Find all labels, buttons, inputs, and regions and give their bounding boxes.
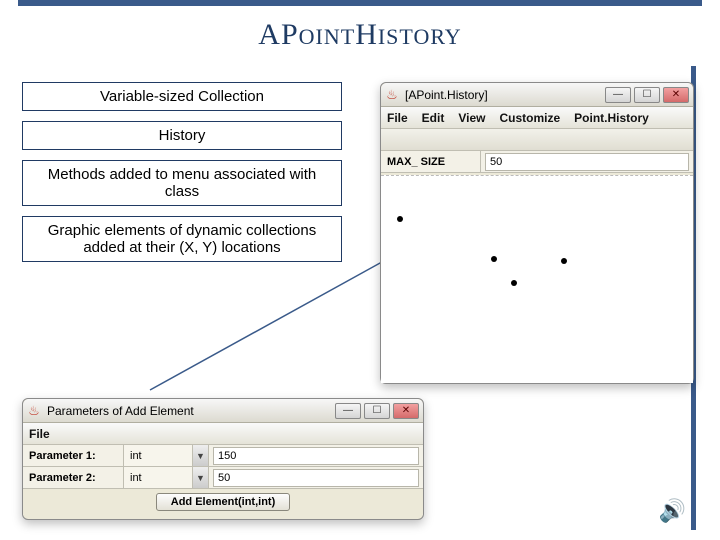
param2-label: Parameter 2: <box>23 472 123 484</box>
callout-list: Variable-sized Collection History Method… <box>22 82 342 272</box>
param1-row: Parameter 1: int ▼ 150 <box>23 445 423 467</box>
menu-file[interactable]: File <box>29 427 50 441</box>
slide-title: APOINTHISTORY <box>0 18 720 52</box>
speaker-icon[interactable]: 🔊 <box>659 498 686 524</box>
param1-input[interactable]: 150 <box>213 447 419 465</box>
callout-history: History <box>22 121 342 150</box>
param1-type: int <box>123 445 193 466</box>
point-dot <box>511 280 517 286</box>
point-dot <box>491 256 497 262</box>
params-menubar: File <box>23 423 423 445</box>
params-window-title: Parameters of Add Element <box>47 404 335 418</box>
main-toolbar <box>381 129 693 151</box>
menu-edit[interactable]: Edit <box>422 111 445 125</box>
callout-variable-sized: Variable-sized Collection <box>22 82 342 111</box>
menu-pointhistory[interactable]: Point.History <box>574 111 649 125</box>
main-menubar: File Edit View Customize Point.History <box>381 107 693 129</box>
add-element-button[interactable]: Add Element(int,int) <box>156 493 291 511</box>
point-dot <box>561 258 567 264</box>
params-titlebar[interactable]: ♨ Parameters of Add Element — ☐ ✕ <box>23 399 423 423</box>
slide-top-border <box>18 0 702 6</box>
param2-input[interactable]: 50 <box>213 469 419 487</box>
param2-type-dropdown[interactable]: ▼ <box>193 467 209 488</box>
point-dot <box>397 216 403 222</box>
menu-view[interactable]: View <box>458 111 485 125</box>
main-window: ♨ [APoint.History] — ☐ ✕ File Edit View … <box>380 82 694 384</box>
maximize-button[interactable]: ☐ <box>364 403 390 419</box>
close-button[interactable]: ✕ <box>663 87 689 103</box>
java-icon: ♨ <box>385 88 399 102</box>
params-window: ♨ Parameters of Add Element — ☐ ✕ File P… <box>22 398 424 520</box>
maxsize-label: MAX_ SIZE <box>381 151 481 172</box>
param1-label: Parameter 1: <box>23 450 123 462</box>
java-icon: ♨ <box>27 404 41 418</box>
callout-methods: Methods added to menu associated with cl… <box>22 160 342 206</box>
menu-customize[interactable]: Customize <box>499 111 560 125</box>
minimize-button[interactable]: — <box>335 403 361 419</box>
param2-type: int <box>123 467 193 488</box>
maxsize-input[interactable]: 50 <box>485 153 689 171</box>
callout-graphic: Graphic elements of dynamic collections … <box>22 216 342 262</box>
points-canvas[interactable] <box>381 175 693 383</box>
main-titlebar[interactable]: ♨ [APoint.History] — ☐ ✕ <box>381 83 693 107</box>
maxsize-row: MAX_ SIZE 50 <box>381 151 693 173</box>
param2-row: Parameter 2: int ▼ 50 <box>23 467 423 489</box>
menu-file[interactable]: File <box>387 111 408 125</box>
close-button[interactable]: ✕ <box>393 403 419 419</box>
param1-type-dropdown[interactable]: ▼ <box>193 445 209 466</box>
maximize-button[interactable]: ☐ <box>634 87 660 103</box>
minimize-button[interactable]: — <box>605 87 631 103</box>
main-window-title: [APoint.History] <box>405 88 605 102</box>
params-action-row: Add Element(int,int) <box>23 489 423 515</box>
